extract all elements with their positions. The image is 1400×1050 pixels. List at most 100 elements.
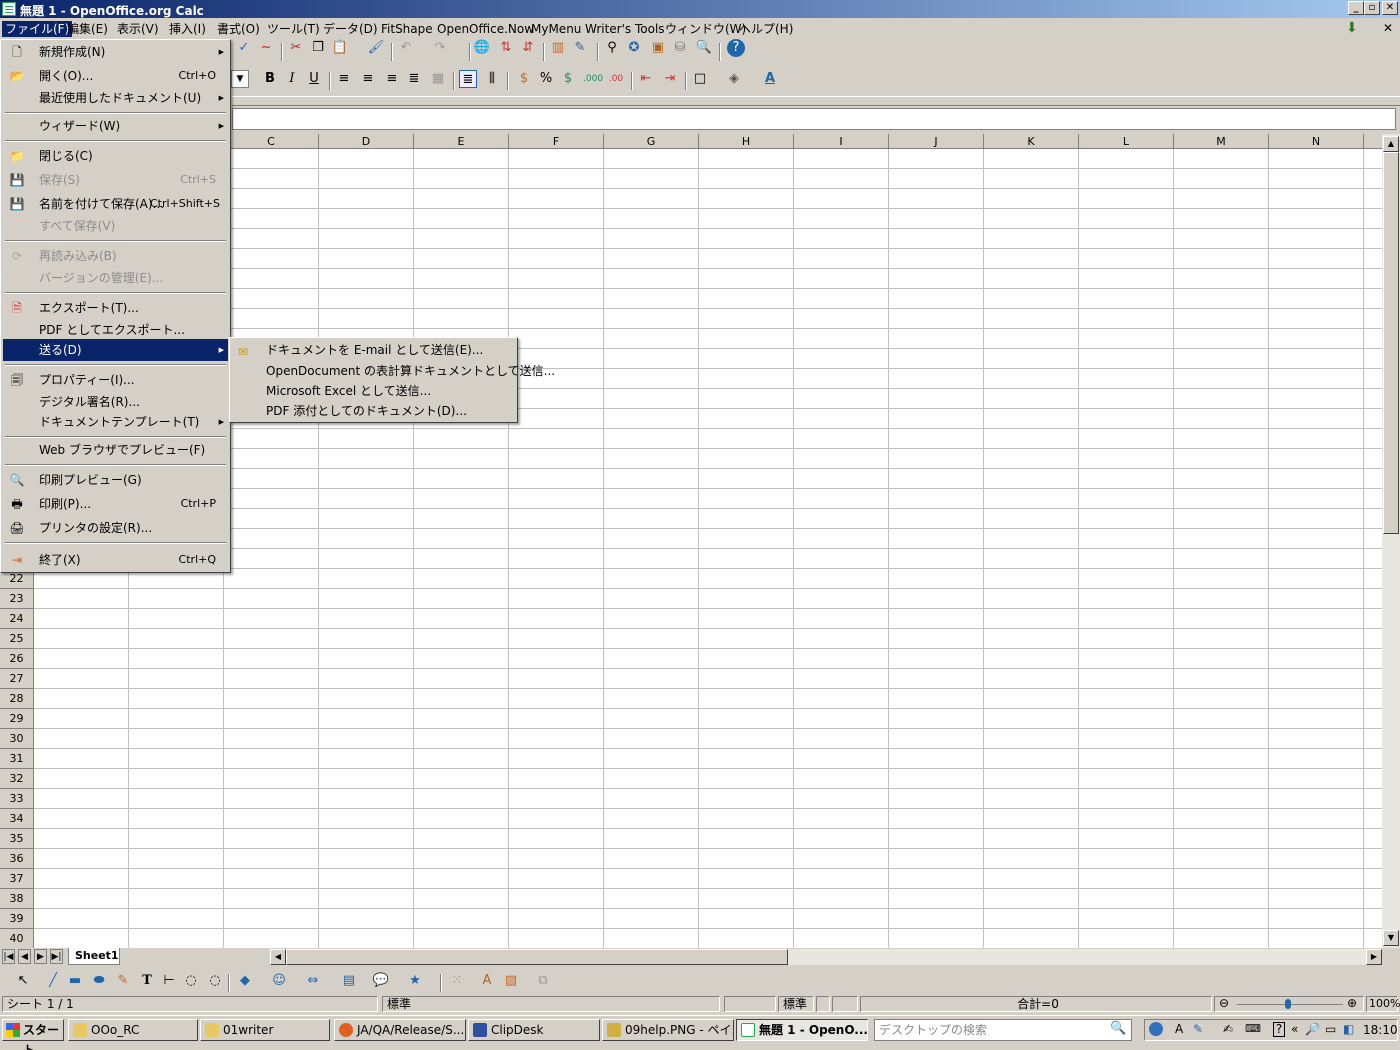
autospell-icon[interactable]: ~ [257, 39, 275, 57]
column-header[interactable]: N [1269, 134, 1364, 149]
vertical-callout-icon[interactable]: ◌ [206, 972, 224, 990]
volume-icon[interactable]: ◧ [1343, 1022, 1354, 1036]
zoom-slider[interactable]: ⊖ ⊕ [1214, 996, 1364, 1012]
menu-edit[interactable]: 編集(E) [64, 21, 111, 37]
row-header[interactable]: 26 [0, 649, 34, 669]
menu-item-new[interactable]: 🗋 新規作成(N) ▶ [3, 41, 228, 63]
row-header[interactable]: 29 [0, 709, 34, 729]
paste-icon[interactable]: 📋 [331, 39, 349, 57]
menu-item-web-preview[interactable]: Web ブラウザでプレビュー(F) [3, 439, 228, 461]
row-header[interactable]: 25 [0, 629, 34, 649]
basic-shapes-icon[interactable]: ◆ [236, 972, 254, 990]
menu-item-templates[interactable]: ドキュメントテンプレート(T) ▶ [3, 411, 228, 433]
zoom-handle[interactable] [1285, 999, 1291, 1009]
column-header[interactable]: H [699, 134, 794, 149]
spellcheck-icon[interactable]: ✓ [235, 39, 253, 57]
row-header[interactable]: 27 [0, 669, 34, 689]
column-header[interactable]: C [224, 134, 319, 149]
scroll-up-icon[interactable]: ▲ [1383, 136, 1399, 152]
menu-item-open[interactable]: 📂 開く(O)... Ctrl+O [3, 65, 228, 87]
scroll-right-icon[interactable]: ▶ [1366, 949, 1382, 965]
row-header[interactable]: 24 [0, 609, 34, 629]
menu-item-digital-signature[interactable]: デジタル署名(R)... [3, 391, 228, 413]
column-header[interactable]: J [889, 134, 984, 149]
decrease-indent-icon[interactable]: ⇤ [637, 70, 655, 88]
add-decimal-icon[interactable]: .000 [583, 70, 603, 88]
rectangle-icon[interactable]: ▬ [66, 972, 84, 990]
menu-format[interactable]: 書式(O) [214, 21, 263, 37]
tools-icon[interactable]: ✎ [1193, 1022, 1203, 1036]
insert-mode[interactable]: 標準 [778, 996, 814, 1012]
zoom-in-icon[interactable]: ⊕ [1347, 996, 1357, 1010]
row-header[interactable]: 31 [0, 749, 34, 769]
sheet-tab[interactable]: Sheet1 [68, 948, 120, 965]
flowchart-icon[interactable]: ▤ [340, 972, 358, 990]
task-paint[interactable]: 09help.PNG - ペイ... [602, 1019, 734, 1041]
column-header[interactable]: L [1079, 134, 1174, 149]
menu-fitshape[interactable]: FitShape [378, 21, 436, 37]
ellipse-icon[interactable]: ⬬ [90, 972, 108, 990]
task-folder-01writer[interactable]: 01writer [200, 1019, 330, 1041]
keyboard-icon[interactable]: ⌨ [1245, 1022, 1261, 1035]
row-header[interactable]: 33 [0, 789, 34, 809]
vertical-scroll-thumb[interactable] [1383, 152, 1399, 534]
submenu-item-pdf[interactable]: PDF 添付としてのドキュメント(D)... [232, 401, 515, 421]
redo-icon[interactable]: ↷ [431, 39, 449, 57]
gallery-icon[interactable]: ▣ [649, 39, 667, 57]
menu-data[interactable]: データ(D) [320, 21, 381, 37]
vertical-text-icon[interactable]: ⫼ [483, 70, 501, 88]
row-header[interactable]: 39 [0, 909, 34, 929]
sort-ascending-icon[interactable]: ⇅ [497, 39, 515, 57]
menu-item-print[interactable]: 🖶 印刷(P)... Ctrl+P [3, 493, 228, 515]
search-icon[interactable]: 🔍 [1110, 1021, 1126, 1036]
submenu-item-odf[interactable]: OpenDocument の表計算ドキュメントとして送信... [232, 361, 555, 381]
cut-icon[interactable]: ✂ [287, 39, 305, 57]
block-arrows-icon[interactable]: ⇔ [304, 972, 322, 990]
last-sheet-icon[interactable]: ▶| [50, 949, 63, 964]
row-header[interactable]: 23 [0, 589, 34, 609]
expand-tray-icon[interactable]: « [1291, 1022, 1298, 1036]
help-tray-icon[interactable]: ? [1273, 1022, 1285, 1037]
merge-cells-icon[interactable]: ▦ [429, 70, 447, 88]
zoom-percent[interactable]: 100% [1366, 996, 1400, 1012]
currency-format-icon[interactable]: $ [515, 70, 533, 88]
freeform-icon[interactable]: ✎ [114, 972, 132, 990]
task-folder-ooo-rc[interactable]: OOo_RC [68, 1019, 198, 1041]
row-header[interactable]: 28 [0, 689, 34, 709]
extrusion-icon[interactable]: ⧉ [534, 972, 552, 990]
menu-view[interactable]: 表示(V) [114, 21, 162, 37]
column-header[interactable]: I [794, 134, 889, 149]
row-header[interactable]: 34 [0, 809, 34, 829]
toolbar-resize-grip[interactable] [232, 96, 1400, 106]
navigator-icon[interactable]: ✪ [625, 39, 643, 57]
task-clipdesk[interactable]: ClipDesk [468, 1019, 600, 1041]
pen-icon[interactable]: ✍ [1223, 1022, 1233, 1036]
calc-app-icon[interactable] [2, 2, 16, 16]
update-icon[interactable]: ⬇ [1346, 20, 1358, 36]
close-document-icon[interactable]: ✕ [1383, 21, 1393, 35]
task-firefox[interactable]: JA/QA/Release/S... [334, 1019, 466, 1041]
menu-insert[interactable]: 挿入(I) [166, 21, 209, 37]
column-header[interactable]: G [604, 134, 699, 149]
column-header[interactable]: E [414, 134, 509, 149]
menu-mymenu[interactable]: MyMenu [528, 21, 584, 37]
column-header[interactable]: F [509, 134, 604, 149]
scroll-down-icon[interactable]: ▼ [1383, 930, 1399, 946]
help-icon[interactable]: ? [727, 39, 745, 57]
menu-item-recent-documents[interactable]: 最近使用したドキュメント(U) ▶ [3, 87, 228, 109]
sort-descending-icon[interactable]: ⇵ [519, 39, 537, 57]
menu-writers-tools[interactable]: Writer's Tools [582, 21, 668, 37]
underline-icon[interactable]: U [305, 70, 323, 88]
clock[interactable]: 18:10 [1363, 1023, 1398, 1037]
menu-file[interactable]: ファイル(F) [2, 21, 73, 37]
line-icon[interactable]: ╱ [44, 972, 62, 990]
prev-sheet-icon[interactable]: ◀ [18, 949, 31, 964]
standard-format-icon[interactable]: $ [559, 70, 577, 88]
font-size-dropdown-icon[interactable]: ▼ [231, 70, 249, 88]
fontwork-icon[interactable]: A [478, 972, 496, 990]
select-arrow-icon[interactable]: ↖ [14, 972, 32, 990]
row-header[interactable]: 38 [0, 889, 34, 909]
vertical-scrollbar[interactable]: ▲ ▼ [1382, 134, 1400, 948]
callout-icon[interactable]: ◌ [182, 972, 200, 990]
justify-icon[interactable]: ≣ [405, 70, 423, 88]
